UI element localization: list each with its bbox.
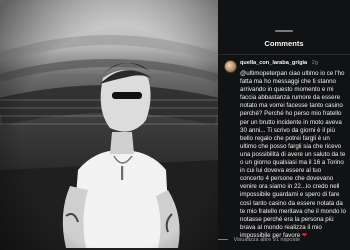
photo-illustration bbox=[0, 0, 218, 250]
avatar[interactable] bbox=[224, 60, 237, 73]
comment-username[interactable]: quella_con_laraba_grigia bbox=[240, 60, 307, 66]
replies-divider-line bbox=[218, 239, 228, 241]
header-divider bbox=[218, 54, 350, 55]
comment-time: 2g bbox=[311, 60, 318, 66]
comments-panel: Comments quella_con_laraba_grigia 2g @ul… bbox=[218, 0, 350, 250]
comments-header: Comments bbox=[264, 39, 304, 48]
comment-body: quella_con_laraba_grigia 2g @ultimopeter… bbox=[240, 60, 346, 240]
replies-label[interactable]: Visualizza altre 91 risposte bbox=[234, 237, 300, 243]
post-photo bbox=[0, 0, 218, 250]
view-replies[interactable]: Visualizza altre 91 risposte bbox=[218, 236, 350, 244]
comment-text: @ultimopeterpan ciao ultimo io ce l'ho f… bbox=[240, 70, 346, 240]
drag-handle[interactable] bbox=[275, 30, 293, 32]
comment-text-content: @ultimopeterpan ciao ultimo io ce l'ho f… bbox=[240, 70, 346, 239]
comment-meta: quella_con_laraba_grigia 2g bbox=[240, 60, 346, 67]
